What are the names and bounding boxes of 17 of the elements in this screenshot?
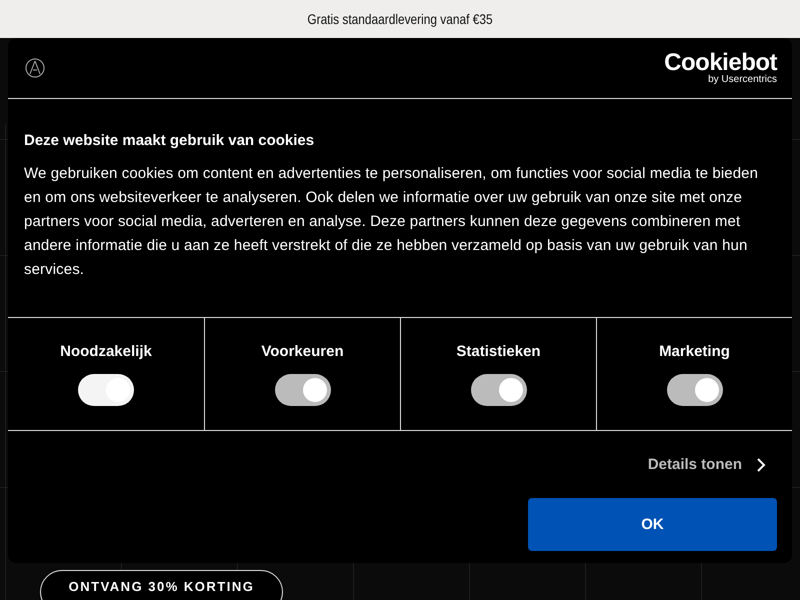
toggle-switch[interactable] — [666, 374, 722, 406]
toggle-switch[interactable] — [274, 374, 330, 406]
category-label: Marketing — [659, 342, 730, 360]
ok-button[interactable]: OK — [528, 498, 777, 551]
dialog-text: We gebruiken cookies om content en advertenties te personaliseren, om functies voor social media te bieden en om ons websiteverkeer te analyseren. Ook delen we informatie over uw gebruik van onze site met onze partners voor social media, adverteren en analyse. Deze partners kunnen deze gegevens combineren met andere informatie die u aan ze heeft verstrekt of die ze hebben verzameld op basis van uw gebruik van hun services. — [24, 164, 760, 280]
category-label: Voorkeuren — [261, 342, 344, 360]
dialog-title: Deze website maakt gebruik van cookies — [24, 132, 316, 149]
details-link[interactable]: Details tonen — [648, 456, 742, 473]
brand-byline: by Usercentrics — [708, 75, 777, 85]
discount-button[interactable]: ONTVANG 30% KORTING — [40, 570, 283, 600]
triangle-logo-icon — [25, 58, 45, 78]
category-label: Statistieken — [456, 342, 541, 360]
category-label: Noodzakelijk — [60, 342, 152, 360]
brand-logo-text: Cookiebot — [664, 51, 777, 75]
promo-text: Gratis standaardlevering vanaf €35 — [307, 11, 493, 27]
chevron-right-icon — [756, 456, 766, 472]
toggle-switch[interactable] — [470, 374, 526, 406]
